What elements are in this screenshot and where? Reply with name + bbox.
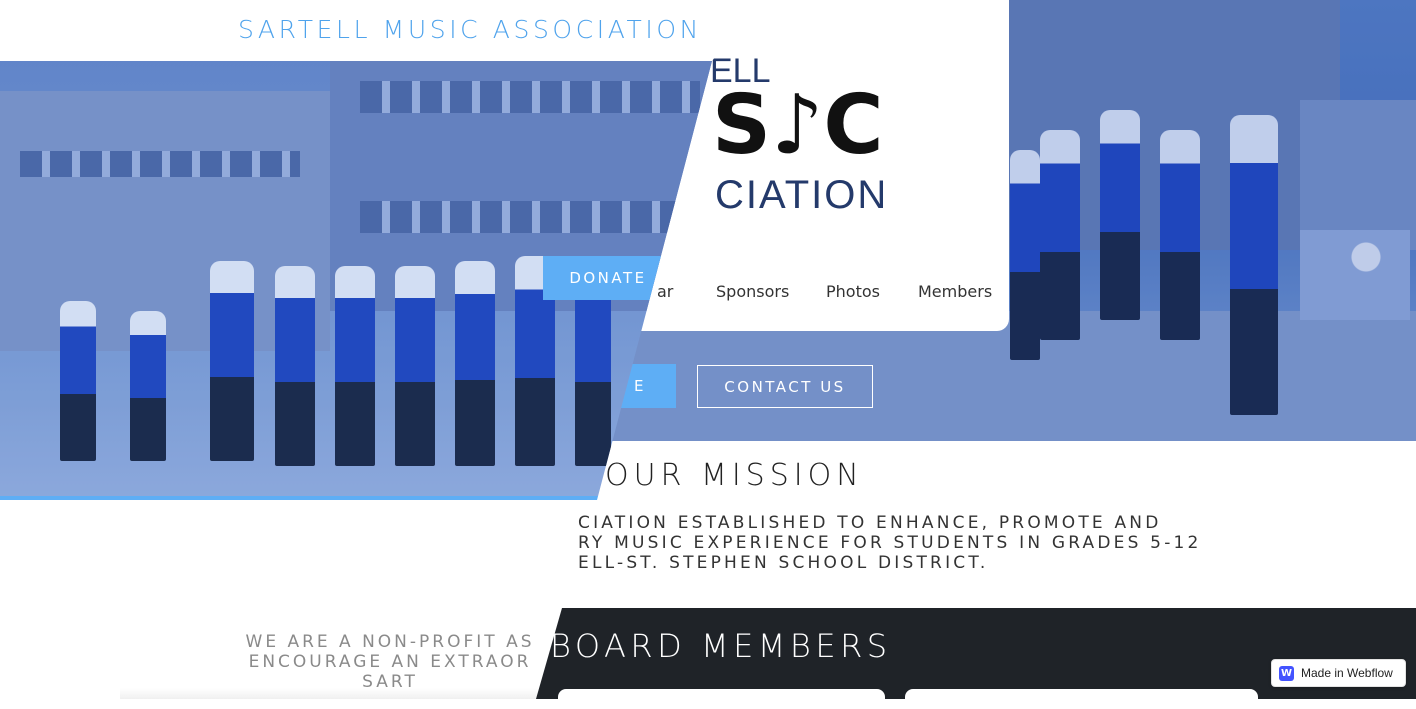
contact-us-button[interactable]: CONTACT US: [697, 365, 873, 408]
webflow-icon: W: [1279, 665, 1294, 681]
board-member-card[interactable]: [905, 689, 1258, 709]
site-title[interactable]: SARTELL MUSIC ASSOCIATION: [238, 15, 702, 44]
nav-link-members[interactable]: Members: [918, 282, 992, 301]
nav-link-calendar[interactable]: ar: [657, 282, 673, 301]
mission-text: CIATION ESTABLISHED TO ENHANCE, PROMOTE …: [578, 513, 1198, 573]
nav-link-sponsors[interactable]: Sponsors: [716, 282, 789, 301]
mission-line: CIATION ESTABLISHED TO ENHANCE, PROMOTE …: [578, 513, 1162, 533]
mission-line: RY MUSIC EXPERIENCE FOR STUDENTS IN GRAD…: [578, 533, 1198, 553]
nav-link-photos[interactable]: Photos: [826, 282, 880, 301]
mission-line: ELL-ST. STEPHEN SCHOOL DISTRICT.: [578, 553, 989, 573]
logo-line-3: CIATION: [715, 173, 888, 217]
card-shadow: [120, 688, 540, 699]
made-in-webflow-badge[interactable]: W Made in Webflow: [1271, 659, 1406, 687]
board-member-card[interactable]: [558, 689, 885, 709]
logo-line-2: S♪C: [712, 78, 884, 173]
mission-heading: OUR MISSION: [605, 458, 864, 493]
webflow-badge-label: Made in Webflow: [1301, 666, 1393, 680]
board-members-heading: BOARD MEMBERS: [550, 627, 892, 665]
accent-bar: [0, 496, 760, 500]
